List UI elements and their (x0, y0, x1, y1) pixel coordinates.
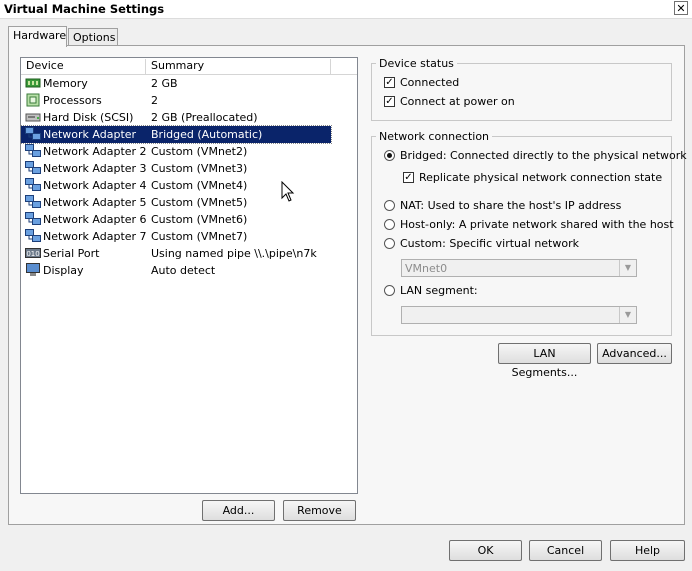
lan-segment-select[interactable]: ▼ (401, 306, 637, 324)
network-adapter-icon (25, 229, 41, 242)
device-name: Serial Port (43, 247, 100, 260)
tab-options[interactable]: Options (68, 28, 118, 46)
advanced-button[interactable]: Advanced... (597, 343, 672, 364)
connected-checkbox[interactable]: ✓ (384, 77, 395, 88)
device-row-network-adapter-7[interactable]: Network Adapter 7 Custom (VMnet7) (21, 228, 357, 245)
add-button[interactable]: Add... (202, 500, 275, 521)
custom-network-select[interactable]: VMnet0 ▼ (401, 259, 637, 277)
device-status-group: Device status (371, 57, 672, 121)
device-status-title: Device status (376, 57, 457, 70)
device-rows: Memory 2 GB Processors 2 Hard Disk (SCSI (20, 75, 357, 279)
device-row-network-adapter-3[interactable]: Network Adapter 3 Custom (VMnet3) (21, 160, 357, 177)
ok-button[interactable]: OK (449, 540, 522, 561)
window-title: Virtual Machine Settings (4, 2, 165, 16)
device-summary: Custom (VMnet2) (151, 145, 248, 158)
device-summary: Custom (VMnet3) (151, 162, 248, 175)
device-row-processors[interactable]: Processors 2 (21, 92, 357, 109)
device-summary: Custom (VMnet7) (151, 230, 248, 243)
device-name: Memory (43, 77, 88, 90)
lan-segment-label: LAN segment: (400, 284, 478, 297)
cancel-button[interactable]: Cancel (529, 540, 602, 561)
network-connection-title: Network connection (376, 130, 493, 143)
device-name: Display (43, 264, 84, 277)
device-name: Network Adapter 5 (43, 196, 147, 209)
network-adapter-icon (25, 178, 41, 191)
chevron-down-icon[interactable]: ▼ (619, 260, 636, 276)
device-summary: Bridged (Automatic) (151, 128, 263, 141)
tab-hardware-label: Hardware (13, 29, 67, 42)
tab-hardware[interactable]: Hardware (8, 26, 67, 47)
device-summary: 2 GB (151, 77, 178, 90)
tab-options-label: Options (73, 31, 116, 44)
replicate-state-label: Replicate physical network connection st… (419, 171, 663, 184)
memory-icon (25, 78, 41, 88)
svg-text:010: 010 (26, 250, 39, 258)
custom-radio[interactable] (384, 238, 395, 249)
custom-label: Custom: Specific virtual network (400, 237, 579, 250)
device-name: Processors (43, 94, 102, 107)
device-row-network-adapter-6[interactable]: Network Adapter 6 Custom (VMnet6) (21, 211, 357, 228)
device-row-network-adapter-5[interactable]: Network Adapter 5 Custom (VMnet5) (21, 194, 357, 211)
bridged-radio[interactable] (384, 150, 395, 161)
column-header-filler (331, 59, 357, 74)
device-summary: Custom (VMnet4) (151, 179, 248, 192)
remove-button[interactable]: Remove (283, 500, 356, 521)
device-summary: Custom (VMnet6) (151, 213, 248, 226)
close-icon[interactable]: ✕ (674, 1, 688, 15)
replicate-state-checkbox[interactable]: ✓ (403, 172, 414, 183)
device-row-network-adapter-4[interactable]: Network Adapter 4 Custom (VMnet4) (21, 177, 357, 194)
device-list[interactable]: Device Summary Memory 2 GB Processors 2 … (20, 57, 358, 494)
device-name: Network Adapter 2 (43, 145, 147, 158)
processor-icon (26, 93, 40, 107)
device-summary: 2 GB (Preallocated) (151, 111, 258, 124)
title-bar[interactable]: Virtual Machine Settings ✕ (0, 0, 692, 19)
lan-segment-radio[interactable] (384, 285, 395, 296)
network-adapter-icon (25, 144, 41, 157)
device-summary: Custom (VMnet5) (151, 196, 248, 209)
virtual-machine-settings-window: Virtual Machine Settings ✕ Hardware Opti… (0, 0, 692, 571)
lan-segments-button[interactable]: LAN Segments... (498, 343, 591, 379)
device-name: Network Adapter 4 (43, 179, 147, 192)
device-row-network-adapter[interactable]: Network Adapter Bridged (Automatic) (20, 125, 357, 144)
device-name: Network Adapter 3 (43, 162, 147, 175)
serial-port-icon: 010 (25, 248, 41, 258)
device-name: Network Adapter 6 (43, 213, 147, 226)
help-button[interactable]: Help (610, 540, 685, 561)
chevron-down-icon[interactable]: ▼ (619, 307, 636, 323)
device-row-hard-disk[interactable]: Hard Disk (SCSI) 2 GB (Preallocated) (21, 109, 357, 126)
device-summary: Using named pipe \\.\pipe\n7k (151, 247, 317, 260)
nat-label: NAT: Used to share the host's IP address (400, 199, 622, 212)
connect-at-power-on-checkbox[interactable]: ✓ (384, 96, 395, 107)
host-only-radio[interactable] (384, 219, 395, 230)
network-adapter-icon (25, 212, 41, 225)
network-adapter-icon (25, 195, 41, 208)
device-name: Network Adapter (43, 128, 137, 141)
connect-at-power-on-label: Connect at power on (400, 95, 515, 108)
device-list-header: Device Summary (21, 58, 357, 75)
column-header-summary[interactable]: Summary (146, 59, 331, 74)
device-row-network-adapter-2[interactable]: Network Adapter 2 Custom (VMnet2) (21, 143, 357, 160)
device-summary: Auto detect (151, 264, 216, 277)
column-header-device[interactable]: Device (21, 59, 146, 74)
host-only-label: Host-only: A private network shared with… (400, 218, 674, 231)
nat-radio[interactable] (384, 200, 395, 211)
device-row-display[interactable]: Display Auto detect (21, 262, 357, 279)
network-adapter-icon (25, 127, 41, 140)
device-row-memory[interactable]: Memory 2 GB (21, 75, 357, 92)
bridged-label: Bridged: Connected directly to the physi… (400, 149, 687, 162)
mouse-pointer-icon (281, 181, 295, 202)
device-name: Network Adapter 7 (43, 230, 147, 243)
network-adapter-icon (25, 161, 41, 174)
display-icon (26, 263, 40, 276)
device-summary: 2 (151, 94, 158, 107)
device-row-serial-port[interactable]: 010 Serial Port Using named pipe \\.\pip… (21, 245, 357, 262)
custom-network-value: VMnet0 (405, 262, 448, 275)
connected-label: Connected (400, 76, 460, 89)
hard-disk-icon (25, 113, 41, 122)
device-name: Hard Disk (SCSI) (43, 111, 134, 124)
